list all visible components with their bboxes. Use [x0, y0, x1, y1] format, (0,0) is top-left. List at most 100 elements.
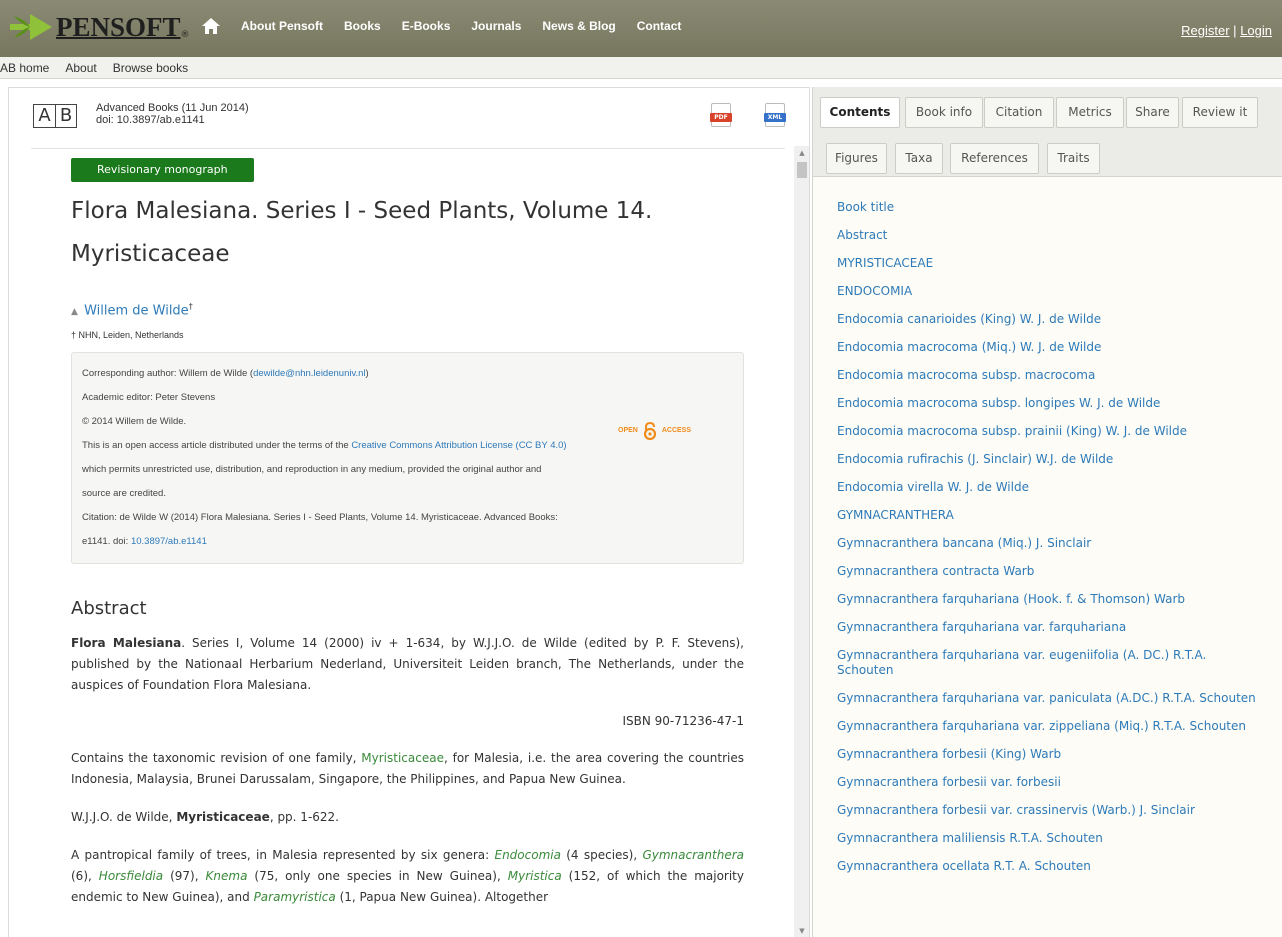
toc-item[interactable]: Gymnacranthera farquhariana (Hook. f. & …	[837, 592, 1257, 607]
license-line-3: source are credited.	[82, 488, 166, 500]
academic-editor: Academic editor: Peter Stevens	[82, 392, 216, 404]
toc-item[interactable]: Endocomia rufirachis (J. Sinclair) W.J. …	[837, 452, 1257, 467]
nav-contact[interactable]: Contact	[637, 19, 682, 33]
toc-item[interactable]: Endocomia canarioides (King) W. J. de Wi…	[837, 312, 1257, 327]
tab-references[interactable]: References	[950, 143, 1039, 174]
open-access-badge: OPEN ACCESS	[618, 419, 691, 443]
corresponding-author: Corresponding author: Willem de Wilde (d…	[82, 362, 733, 386]
myristicaceae-link[interactable]: Myristicaceae	[361, 751, 444, 765]
author-email-link[interactable]: dewilde@nhn.leidenuniv.nl	[253, 368, 365, 379]
nav-news-blog[interactable]: News & Blog	[542, 19, 615, 33]
author-toggle-icon[interactable]: ▲	[71, 307, 78, 317]
citation-prefix: e1141. doi:	[82, 536, 131, 548]
toc-item[interactable]: Gymnacranthera forbesii (King) Warb	[837, 747, 1257, 762]
ab-logo-b: B	[54, 105, 76, 127]
pdf-label: PDF	[710, 113, 732, 122]
tab-taxa[interactable]: Taxa	[895, 143, 943, 174]
toc-item[interactable]: MYRISTICACEAE	[837, 256, 1257, 271]
p4-a: A pantropical family of trees, in Malesi…	[71, 848, 495, 863]
login-link[interactable]: Login	[1240, 23, 1272, 38]
table-of-contents: Book title Abstract MYRISTICACEAE ENDOCOMIA…	[837, 200, 1257, 887]
toc-item[interactable]: GYMNACRANTHERA	[837, 508, 1257, 523]
subnav-about[interactable]: About	[65, 61, 96, 75]
author-line: ▲ Willem de Wilde†	[71, 302, 744, 318]
pdf-download-icon[interactable]: PDF	[710, 103, 732, 127]
journal-date: Advanced Books (11 Jun 2014)	[96, 102, 249, 114]
toc-item[interactable]: Endocomia macrocoma subsp. macrocoma	[837, 368, 1257, 383]
scrollbar-thumb[interactable]	[797, 162, 807, 178]
tab-book-info[interactable]: Book info	[905, 97, 983, 128]
toc-item[interactable]: Book title	[837, 200, 1257, 215]
genus-myristica-link[interactable]: Myristica	[508, 869, 562, 883]
scroll-up-icon[interactable]: ▲	[794, 146, 809, 160]
toc-item[interactable]: Gymnacranthera farquhariana var. farquha…	[837, 620, 1257, 635]
subnav-browse-books[interactable]: Browse books	[113, 61, 188, 75]
toc-item[interactable]: Gymnacranthera ocellata R.T. A. Schouten	[837, 859, 1257, 874]
isbn: ISBN 90-71236-47-1	[622, 714, 744, 729]
top-bar: PENSOFT ® About Pensoft Books E-Books Jo…	[0, 0, 1282, 57]
home-icon[interactable]	[201, 17, 221, 35]
nav-ebooks[interactable]: E-Books	[402, 19, 451, 33]
tab-figures[interactable]: Figures	[826, 143, 887, 174]
open-access-lock-icon	[643, 422, 656, 441]
scroll-down-icon[interactable]: ▼	[794, 924, 809, 937]
license-line-2: which permits unrestricted use, distribu…	[82, 464, 542, 476]
toc-item[interactable]: Gymnacranthera farquhariana var. eugenii…	[837, 648, 1257, 678]
genus-horsfieldia-link[interactable]: Horsfieldia	[99, 869, 163, 883]
advanced-books-logo[interactable]: A B	[33, 104, 77, 128]
toc-item[interactable]: Gymnacranthera farquhariana var. zippeli…	[837, 719, 1257, 734]
author-affil-mark: †	[188, 302, 193, 311]
p4-c: (6),	[71, 869, 99, 884]
genus-gymnacranthera-link[interactable]: Gymnacranthera	[642, 848, 744, 862]
article-title: Flora Malesiana. Series I - Seed Plants,…	[71, 198, 653, 267]
article-scrollbar[interactable]: ▲ ▼	[794, 146, 809, 937]
genus-paramyristica-link[interactable]: Paramyristica	[254, 890, 336, 904]
toc-item[interactable]: Endocomia macrocoma (Miq.) W. J. de Wild…	[837, 340, 1257, 355]
p4-b: (4 species),	[560, 848, 643, 863]
auth-links: Register | Login	[1181, 23, 1272, 38]
toc-item[interactable]: Gymnacranthera forbesii var. crassinervi…	[837, 803, 1257, 818]
citation-line: Citation: de Wilde W (2014) Flora Malesi…	[82, 512, 558, 524]
toc-item[interactable]: Endocomia macrocoma subsp. longipes W. J…	[837, 396, 1257, 411]
license-link[interactable]: Creative Commons Attribution License (CC…	[351, 440, 566, 451]
tab-share[interactable]: Share	[1126, 97, 1179, 128]
tab-review-it[interactable]: Review it	[1182, 97, 1258, 128]
tab-contents[interactable]: Contents	[820, 97, 900, 128]
genus-knema-link[interactable]: Knema	[206, 869, 248, 883]
xml-download-icon[interactable]: XML	[764, 103, 786, 127]
abstract-p3-a: W.J.J.O. de Wilde,	[71, 810, 177, 825]
toc-item[interactable]: Abstract	[837, 228, 1257, 243]
abstract-p2-a: Contains the taxonomic revision of one f…	[71, 751, 362, 766]
tab-metrics[interactable]: Metrics	[1056, 97, 1124, 128]
corr-prefix: Corresponding author: Willem de Wilde (	[82, 368, 254, 380]
tab-citation[interactable]: Citation	[984, 97, 1054, 128]
nav-about-pensoft[interactable]: About Pensoft	[241, 19, 323, 33]
pensoft-leaf-icon	[10, 14, 52, 40]
pensoft-logo[interactable]: PENSOFT ®	[8, 6, 190, 48]
toc-item[interactable]: Gymnacranthera bancana (Miq.) J. Sinclai…	[837, 536, 1257, 551]
genus-endocomia-link[interactable]: Endocomia	[494, 848, 560, 862]
nav-books[interactable]: Books	[344, 19, 381, 33]
toc-item[interactable]: Gymnacranthera farquhariana var. panicul…	[837, 691, 1257, 706]
tab-traits[interactable]: Traits	[1047, 143, 1100, 174]
register-link[interactable]: Register	[1181, 23, 1229, 38]
sub-nav: AB home About Browse books	[0, 57, 1282, 79]
author-link[interactable]: Willem de Wilde	[84, 303, 189, 318]
toc-item[interactable]: ENDOCOMIA	[837, 284, 1257, 299]
abstract-p3-b: , pp. 1-622.	[269, 810, 339, 825]
brand-name: PENSOFT	[56, 11, 181, 42]
subnav-ab-home[interactable]: AB home	[0, 61, 49, 75]
tabs-divider	[813, 176, 1282, 177]
toc-item[interactable]: Gymnacranthera contracta Warb	[837, 564, 1257, 579]
article-meta: Advanced Books (11 Jun 2014) doi: 10.389…	[96, 102, 249, 126]
license-prefix: This is an open access article distribut…	[82, 440, 352, 452]
article-panel: A B Advanced Books (11 Jun 2014) doi: 10…	[8, 87, 810, 937]
affiliation: † NHN, Leiden, Netherlands	[71, 330, 184, 341]
nav-journals[interactable]: Journals	[471, 19, 521, 33]
toc-item[interactable]: Endocomia virella W. J. de Wilde	[837, 480, 1257, 495]
toc-item[interactable]: Gymnacranthera forbesii var. forbesii	[837, 775, 1257, 790]
toc-item[interactable]: Gymnacranthera maliliensis R.T.A. Schout…	[837, 831, 1257, 846]
p4-d: (97),	[163, 869, 206, 884]
citation-doi-link[interactable]: 10.3897/ab.e1141	[131, 536, 207, 547]
toc-item[interactable]: Endocomia macrocoma subsp. prainii (King…	[837, 424, 1257, 439]
